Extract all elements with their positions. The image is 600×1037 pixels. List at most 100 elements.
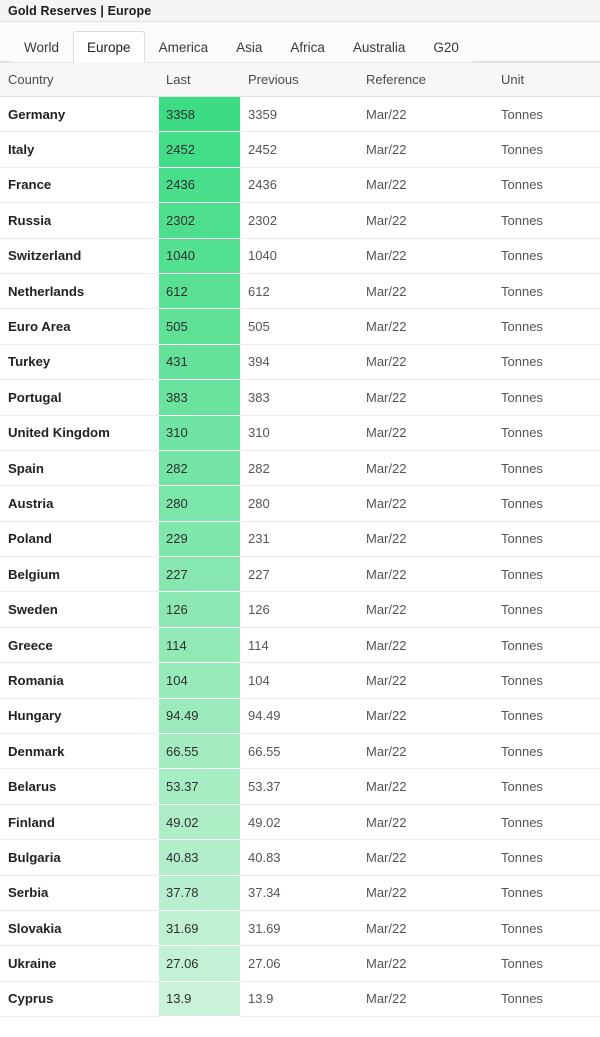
cell-reference: Mar/22 [358, 839, 493, 876]
cell-country: Denmark [0, 733, 159, 770]
cell-unit: Tonnes [493, 273, 600, 310]
table-row[interactable]: Netherlands 612 612 Mar/22 Tonnes [0, 273, 600, 310]
cell-country: Poland [0, 521, 159, 558]
table-row[interactable]: Hungary 94.49 94.49 Mar/22 Tonnes [0, 698, 600, 735]
table-row[interactable]: Turkey 431 394 Mar/22 Tonnes [0, 344, 600, 381]
column-header-last[interactable]: Last [159, 62, 240, 97]
cell-unit: Tonnes [493, 308, 600, 345]
tab-world[interactable]: World [10, 31, 74, 62]
cell-reference: Mar/22 [358, 804, 493, 841]
cell-reference: Mar/22 [358, 662, 493, 699]
table-row[interactable]: Euro Area 505 505 Mar/22 Tonnes [0, 308, 600, 345]
tab-europe[interactable]: Europe [73, 31, 145, 63]
cell-last: 66.55 [159, 733, 240, 770]
cell-unit: Tonnes [493, 981, 600, 1018]
cell-reference: Mar/22 [358, 238, 493, 274]
table-row[interactable]: Poland 229 231 Mar/22 Tonnes [0, 521, 600, 558]
cell-last: 431 [159, 344, 240, 381]
table-row[interactable]: Serbia 37.78 37.34 Mar/22 Tonnes [0, 875, 600, 911]
table-body: Germany 3358 3359 Mar/22 Tonnes Italy 2452 2452… [0, 96, 600, 1018]
gold-reserves-table: Country Last Previous Reference Unit Ger… [0, 62, 600, 1018]
table-row[interactable]: Finland 49.02 49.02 Mar/22 Tonnes [0, 804, 600, 841]
table-row[interactable]: Belgium 227 227 Mar/22 Tonnes [0, 556, 600, 593]
table-row[interactable]: Romania 104 104 Mar/22 Tonnes [0, 662, 600, 699]
cell-last: 282 [159, 450, 240, 487]
column-header-previous[interactable]: Previous [240, 62, 358, 97]
table-row[interactable]: Spain 282 282 Mar/22 Tonnes [0, 450, 600, 487]
column-header-country[interactable]: Country [0, 62, 159, 97]
cell-reference: Mar/22 [358, 627, 493, 664]
cell-country: Bulgaria [0, 839, 159, 876]
table-row[interactable]: Italy 2452 2452 Mar/22 Tonnes [0, 131, 600, 168]
cell-country: Netherlands [0, 273, 159, 310]
table-row[interactable]: Portugal 383 383 Mar/22 Tonnes [0, 379, 600, 416]
cell-reference: Mar/22 [358, 450, 493, 487]
table-row[interactable]: Belarus 53.37 53.37 Mar/22 Tonnes [0, 768, 600, 805]
table-row[interactable]: United Kingdom 310 310 Mar/22 Tonnes [0, 415, 600, 451]
table-row[interactable]: Sweden 126 126 Mar/22 Tonnes [0, 591, 600, 628]
cell-reference: Mar/22 [358, 945, 493, 982]
cell-reference: Mar/22 [358, 733, 493, 770]
cell-country: United Kingdom [0, 415, 159, 451]
table-row[interactable]: Russia 2302 2302 Mar/22 Tonnes [0, 202, 600, 239]
table-row[interactable]: France 2436 2436 Mar/22 Tonnes [0, 167, 600, 204]
table-row[interactable]: Slovakia 31.69 31.69 Mar/22 Tonnes [0, 910, 600, 947]
table-row[interactable]: Ukraine 27.06 27.06 Mar/22 Tonnes [0, 945, 600, 982]
table-header-row: Country Last Previous Reference Unit [0, 62, 600, 97]
cell-unit: Tonnes [493, 627, 600, 664]
cell-last: 229 [159, 521, 240, 558]
cell-previous: 31.69 [240, 910, 358, 947]
table-row[interactable]: Greece 114 114 Mar/22 Tonnes [0, 627, 600, 664]
cell-unit: Tonnes [493, 698, 600, 735]
table-row[interactable]: Austria 280 280 Mar/22 Tonnes [0, 485, 600, 522]
cell-unit: Tonnes [493, 875, 600, 911]
cell-last: 126 [159, 591, 240, 628]
cell-reference: Mar/22 [358, 981, 493, 1018]
cell-last: 2302 [159, 202, 240, 239]
cell-unit: Tonnes [493, 485, 600, 522]
table-row[interactable]: Denmark 66.55 66.55 Mar/22 Tonnes [0, 733, 600, 770]
tab-america[interactable]: America [144, 31, 223, 62]
column-header-reference[interactable]: Reference [358, 62, 493, 97]
cell-last: 31.69 [159, 910, 240, 947]
cell-previous: 37.34 [240, 875, 358, 911]
cell-unit: Tonnes [493, 733, 600, 770]
cell-last: 94.49 [159, 698, 240, 735]
cell-unit: Tonnes [493, 415, 600, 451]
cell-previous: 231 [240, 521, 358, 558]
cell-last: 280 [159, 485, 240, 522]
cell-country: Serbia [0, 875, 159, 911]
cell-country: Turkey [0, 344, 159, 381]
cell-country: Greece [0, 627, 159, 664]
table-row[interactable]: Switzerland 1040 1040 Mar/22 Tonnes [0, 238, 600, 274]
tab-australia[interactable]: Australia [338, 31, 420, 62]
column-header-unit[interactable]: Unit [493, 62, 600, 97]
cell-unit: Tonnes [493, 945, 600, 982]
cell-previous: 66.55 [240, 733, 358, 770]
cell-last: 104 [159, 662, 240, 699]
cell-previous: 40.83 [240, 839, 358, 876]
gold-reserves-panel: Gold Reserves | Europe World Europe Americ… [0, 0, 600, 1037]
cell-country: Switzerland [0, 238, 159, 274]
tab-africa[interactable]: Africa [276, 31, 339, 62]
cell-unit: Tonnes [493, 238, 600, 274]
cell-last: 37.78 [159, 875, 240, 911]
cell-previous: 114 [240, 627, 358, 664]
cell-unit: Tonnes [493, 839, 600, 876]
cell-country: Sweden [0, 591, 159, 628]
cell-country: Italy [0, 131, 159, 168]
cell-last: 383 [159, 379, 240, 416]
cell-last: 2436 [159, 167, 240, 204]
tab-asia[interactable]: Asia [222, 31, 277, 62]
tab-g20[interactable]: G20 [419, 31, 473, 62]
cell-country: Austria [0, 485, 159, 522]
table-row[interactable]: Cyprus 13.9 13.9 Mar/22 Tonnes [0, 981, 600, 1018]
cell-unit: Tonnes [493, 804, 600, 841]
cell-reference: Mar/22 [358, 273, 493, 310]
cell-country: Romania [0, 662, 159, 699]
table-row[interactable]: Germany 3358 3359 Mar/22 Tonnes [0, 96, 600, 133]
cell-reference: Mar/22 [358, 96, 493, 133]
window-title-bar: Gold Reserves | Europe [0, 0, 600, 22]
table-row[interactable]: Bulgaria 40.83 40.83 Mar/22 Tonnes [0, 839, 600, 876]
cell-reference: Mar/22 [358, 344, 493, 381]
